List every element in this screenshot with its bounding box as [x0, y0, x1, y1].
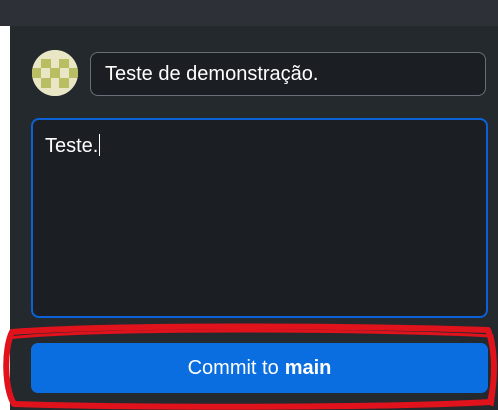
commit-button[interactable]: Commit to main [31, 343, 488, 393]
commit-button-label: Commit to [187, 356, 279, 379]
commit-description-value: Teste. [45, 135, 99, 157]
left-edge [0, 26, 10, 410]
commit-summary-value: Teste de demonstração. [105, 62, 319, 85]
commit-branch-name: main [284, 356, 332, 379]
window-top-bar [0, 0, 498, 26]
avatar [32, 50, 78, 96]
commit-summary-input[interactable]: Teste de demonstração. [90, 52, 486, 96]
text-caret [99, 134, 101, 156]
identicon-avatar-icon [32, 50, 78, 96]
commit-description-textarea[interactable]: Teste. [31, 118, 488, 318]
